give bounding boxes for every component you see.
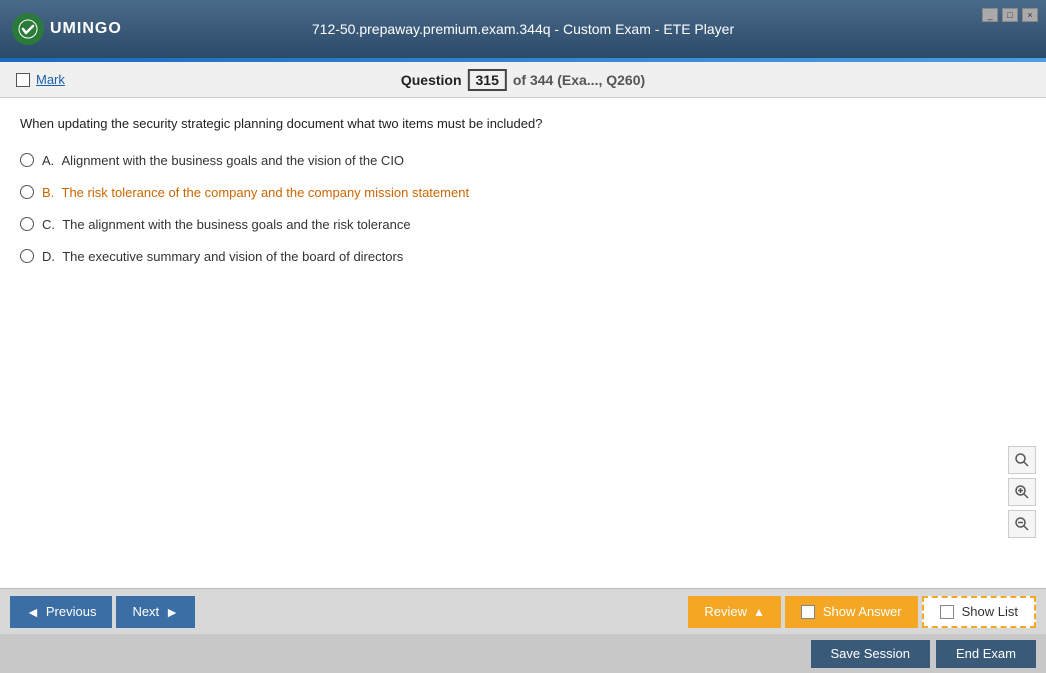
zoom-out-icon[interactable] — [1008, 510, 1036, 538]
bottom-nav: ◄ Previous Next ► Review ▲ Show Answer S… — [0, 588, 1046, 634]
close-button[interactable]: × — [1022, 8, 1038, 22]
mark-checkbox[interactable] — [16, 73, 30, 87]
option-d[interactable]: D. The executive summary and vision of t… — [20, 248, 1026, 266]
mark-area[interactable]: Mark — [16, 72, 65, 87]
question-header: Mark Question 315 of 344 (Exa..., Q260) — [0, 62, 1046, 98]
show-answer-button[interactable]: Show Answer — [785, 596, 918, 628]
previous-arrow-icon: ◄ — [26, 604, 40, 620]
option-c-text: C. The alignment with the business goals… — [42, 216, 411, 234]
radio-b[interactable] — [20, 185, 34, 199]
bottom-action-bar: Save Session End Exam — [0, 634, 1046, 673]
main-content: When updating the security strategic pla… — [0, 98, 1046, 588]
previous-button[interactable]: ◄ Previous — [10, 596, 112, 628]
option-b-text: B. The risk tolerance of the company and… — [42, 184, 469, 202]
zoom-controls — [1008, 446, 1036, 538]
option-a-text: A. Alignment with the business goals and… — [42, 152, 404, 170]
mark-label[interactable]: Mark — [36, 72, 65, 87]
logo-area: UMINGO — [12, 13, 122, 45]
save-session-button[interactable]: Save Session — [811, 640, 931, 668]
question-number-area: Question 315 of 344 (Exa..., Q260) — [401, 69, 645, 91]
show-answer-checkbox-icon — [801, 605, 815, 619]
option-a[interactable]: A. Alignment with the business goals and… — [20, 152, 1026, 170]
search-icon[interactable] — [1008, 446, 1036, 474]
option-d-text: D. The executive summary and vision of t… — [42, 248, 403, 266]
next-arrow-icon: ► — [165, 604, 179, 620]
title-bar: UMINGO 712-50.prepaway.premium.exam.344q… — [0, 0, 1046, 58]
question-of: of 344 (Exa..., Q260) — [513, 72, 645, 88]
show-list-button[interactable]: Show List — [922, 596, 1036, 628]
maximize-button[interactable]: □ — [1002, 8, 1018, 22]
show-list-checkbox-icon — [940, 605, 954, 619]
review-button[interactable]: Review ▲ — [688, 596, 781, 628]
question-label: Question — [401, 72, 462, 88]
window-controls[interactable]: _ □ × — [982, 8, 1038, 22]
window-title: 712-50.prepaway.premium.exam.344q - Cust… — [312, 21, 734, 37]
radio-c[interactable] — [20, 217, 34, 231]
next-button[interactable]: Next ► — [116, 596, 195, 628]
question-number: 315 — [468, 69, 507, 91]
end-exam-button[interactable]: End Exam — [936, 640, 1036, 668]
logo-icon — [12, 13, 44, 45]
question-text: When updating the security strategic pla… — [20, 114, 1026, 134]
zoom-in-icon[interactable] — [1008, 478, 1036, 506]
minimize-button[interactable]: _ — [982, 8, 998, 22]
review-arrow-icon: ▲ — [753, 605, 765, 619]
logo-text: UMINGO — [50, 20, 122, 38]
option-c[interactable]: C. The alignment with the business goals… — [20, 216, 1026, 234]
radio-d[interactable] — [20, 249, 34, 263]
radio-a[interactable] — [20, 153, 34, 167]
option-b[interactable]: B. The risk tolerance of the company and… — [20, 184, 1026, 202]
